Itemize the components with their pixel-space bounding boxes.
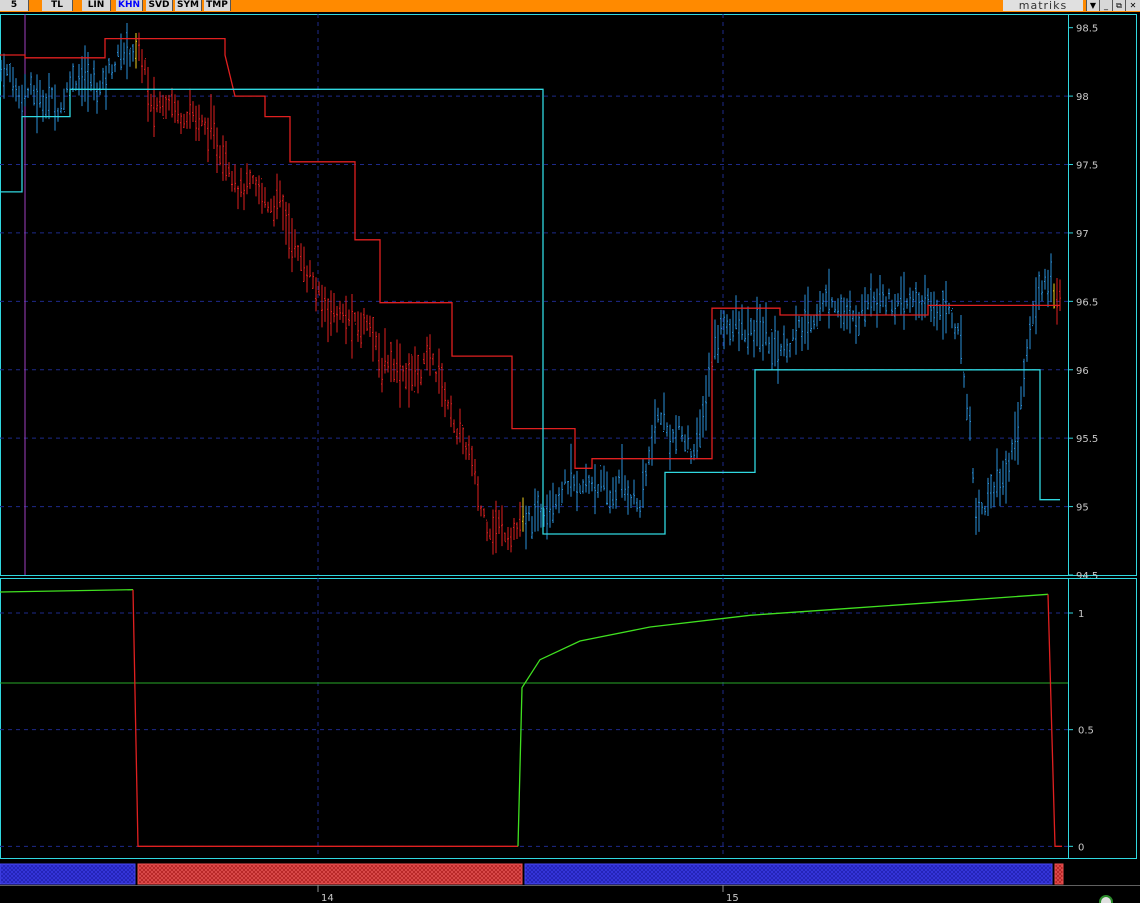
price-tick-label: 97 [1076, 229, 1089, 240]
toolbar-button-khn[interactable]: KHN [116, 0, 143, 11]
price-tick-label: 96 [1076, 366, 1089, 377]
oscillator-line [132, 589, 518, 847]
signal-bar-panel: 14 15 [0, 863, 1140, 903]
signal-segment-bull [0, 863, 136, 885]
price-tick-label: 98.5 [1076, 24, 1098, 35]
stop-line [0, 37, 1060, 469]
price-panel: 98.5 98 97.5 97 96.5 96 95.5 95 94.5 [0, 14, 1137, 582]
toolbar-button-svd[interactable]: SVD [146, 0, 173, 11]
signal-segment-bull [524, 863, 1053, 885]
toolbar-button-sym[interactable]: SYM [175, 0, 202, 11]
oscillator-line [517, 593, 1049, 847]
price-tick-label: 94.5 [1076, 571, 1098, 582]
dropdown-icon[interactable]: ▼ [1086, 0, 1099, 11]
price-tick-label: 96.5 [1076, 297, 1098, 308]
signal-segment-bear [137, 863, 523, 885]
oscillator-line [0, 589, 134, 593]
oscillator-tick-label: 1 [1078, 609, 1084, 620]
toolbar-button-tmp[interactable]: TMP [204, 0, 231, 11]
oscillator-tick-label: 0.5 [1078, 726, 1094, 737]
oscillator-line [1047, 594, 1062, 847]
refresh-icon [1099, 895, 1113, 903]
brand-logo: matriks [1003, 0, 1083, 11]
price-tick-label: 95.5 [1076, 434, 1098, 445]
oscillator-panel-frame [0, 578, 1137, 859]
signal-segment-bear [1054, 863, 1064, 885]
toolbar: 5 TL LIN KHN SVD SYM TMP matriks ▼ _ ⧉ ✕ [0, 0, 1140, 12]
time-tick-label: 14 [321, 893, 334, 903]
oscillator-tick-label: 0 [1078, 842, 1084, 853]
toolbar-button-period[interactable]: 5 [0, 0, 29, 11]
toolbar-button-tl[interactable]: TL [42, 0, 73, 11]
close-icon[interactable]: ✕ [1125, 0, 1140, 11]
restore-icon[interactable]: ⧉ [1112, 0, 1125, 11]
price-tick-label: 97.5 [1076, 161, 1098, 172]
chart-canvas[interactable]: 98.59897.59796.59695.59594.5 10.50 14 15 [0, 12, 1140, 903]
toolbar-button-lin[interactable]: LIN [82, 0, 111, 11]
minimize-icon[interactable]: _ [1099, 0, 1112, 11]
oscillator-panel: 10.50 [0, 578, 1137, 859]
time-tick-label: 15 [726, 893, 739, 903]
price-tick-label: 98 [1076, 92, 1089, 103]
price-tick-label: 95 [1076, 503, 1089, 514]
